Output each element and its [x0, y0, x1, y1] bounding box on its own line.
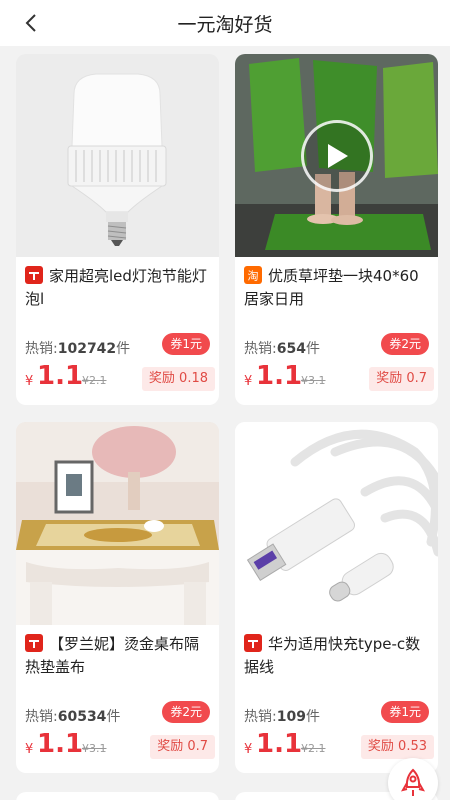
product-image[interactable]	[16, 54, 219, 257]
sales-label: 热销:	[244, 341, 277, 357]
usb-cable-image	[235, 422, 438, 625]
sales-unit: 件	[116, 341, 131, 357]
product-card-partial[interactable]	[16, 792, 219, 800]
coupon-badge[interactable]: 券1元	[381, 701, 429, 723]
led-bulb-image	[16, 54, 219, 257]
sales-label: 热销:	[25, 709, 58, 725]
tablecloth-image	[16, 422, 219, 625]
product-title[interactable]: 家用超亮led灯泡节能灯泡l	[25, 265, 213, 311]
currency-symbol: ¥	[25, 374, 34, 389]
product-image[interactable]	[16, 422, 219, 625]
sales-number: 102742	[57, 341, 117, 357]
original-price: ¥2.1	[301, 742, 326, 755]
price-row: ¥ 1.1 ¥3.1 奖励 0.7	[244, 361, 434, 395]
reward-badge: 奖励 0.7	[369, 367, 434, 391]
video-play-button[interactable]	[301, 120, 373, 192]
coupon-badge[interactable]: 券2元	[381, 333, 429, 355]
sales-unit: 件	[305, 709, 320, 725]
currency-symbol: ¥	[25, 742, 34, 757]
sales-unit: 件	[106, 709, 121, 725]
product-title-text: 华为适用快充type-c数据线	[244, 635, 421, 676]
product-title-text: 优质草坪垫一块40*60居家日用	[244, 267, 419, 308]
sales-count: 热销:60534件	[25, 706, 120, 726]
currency-symbol: ¥	[244, 374, 253, 389]
price-row: ¥ 1.1 ¥3.1 奖励 0.7	[25, 729, 215, 763]
sales-unit: 件	[305, 341, 320, 357]
page-title: 一元淘好货	[177, 14, 273, 36]
coupon-badge[interactable]: 券2元	[162, 701, 210, 723]
price: 1.1	[256, 729, 303, 759]
product-image[interactable]	[235, 54, 438, 257]
tmall-icon	[25, 266, 43, 284]
sales-label: 热销:	[25, 341, 58, 357]
sales-number: 60534	[57, 709, 107, 725]
product-card[interactable]: 华为适用快充type-c数据线 热销:109件 券1元 ¥ 1.1 ¥2.1 奖…	[235, 422, 438, 773]
sales-count: 热销:102742件	[25, 338, 130, 358]
original-price: ¥3.1	[301, 374, 326, 387]
currency-symbol: ¥	[244, 742, 253, 757]
back-to-top-button[interactable]	[388, 758, 438, 800]
product-title[interactable]: 【罗兰妮】烫金桌布隔热垫盖布	[25, 633, 213, 679]
sales-number: 109	[276, 709, 306, 725]
product-title[interactable]: 华为适用快充type-c数据线	[244, 633, 432, 679]
sales-count: 热销:109件	[244, 706, 320, 726]
sales-count: 热销:654件	[244, 338, 320, 358]
reward-badge: 奖励 0.18	[141, 367, 215, 391]
product-image[interactable]	[235, 422, 438, 625]
product-title-text: 家用超亮led灯泡节能灯泡l	[25, 267, 207, 308]
price-row: ¥ 1.1 ¥2.1 奖励 0.18	[25, 361, 215, 395]
tmall-icon	[244, 634, 262, 652]
nav-header: 一元淘好货	[0, 0, 450, 46]
sales-number: 654	[276, 341, 306, 357]
taobao-icon: 淘	[244, 266, 262, 284]
tmall-icon	[25, 634, 43, 652]
original-price: ¥2.1	[82, 374, 107, 387]
reward-badge: 奖励 0.7	[150, 735, 215, 759]
reward-badge: 奖励 0.53	[360, 735, 434, 759]
svg-text:淘: 淘	[248, 270, 259, 283]
play-icon	[328, 144, 348, 168]
rocket-icon	[400, 768, 426, 796]
coupon-badge[interactable]: 券1元	[162, 333, 210, 355]
product-card[interactable]: 淘 优质草坪垫一块40*60居家日用 热销:654件 券2元 ¥ 1.1 ¥3.…	[235, 54, 438, 405]
product-title-text: 【罗兰妮】烫金桌布隔热垫盖布	[25, 635, 200, 676]
product-card[interactable]: 【罗兰妮】烫金桌布隔热垫盖布 热销:60534件 券2元 ¥ 1.1 ¥3.1 …	[16, 422, 219, 773]
price: 1.1	[37, 361, 84, 391]
product-title[interactable]: 淘 优质草坪垫一块40*60居家日用	[244, 265, 432, 311]
original-price: ¥3.1	[82, 742, 107, 755]
product-card[interactable]: 家用超亮led灯泡节能灯泡l 热销:102742件 券1元 ¥ 1.1 ¥2.1…	[16, 54, 219, 405]
sales-label: 热销:	[244, 709, 277, 725]
price: 1.1	[37, 729, 84, 759]
price: 1.1	[256, 361, 303, 391]
